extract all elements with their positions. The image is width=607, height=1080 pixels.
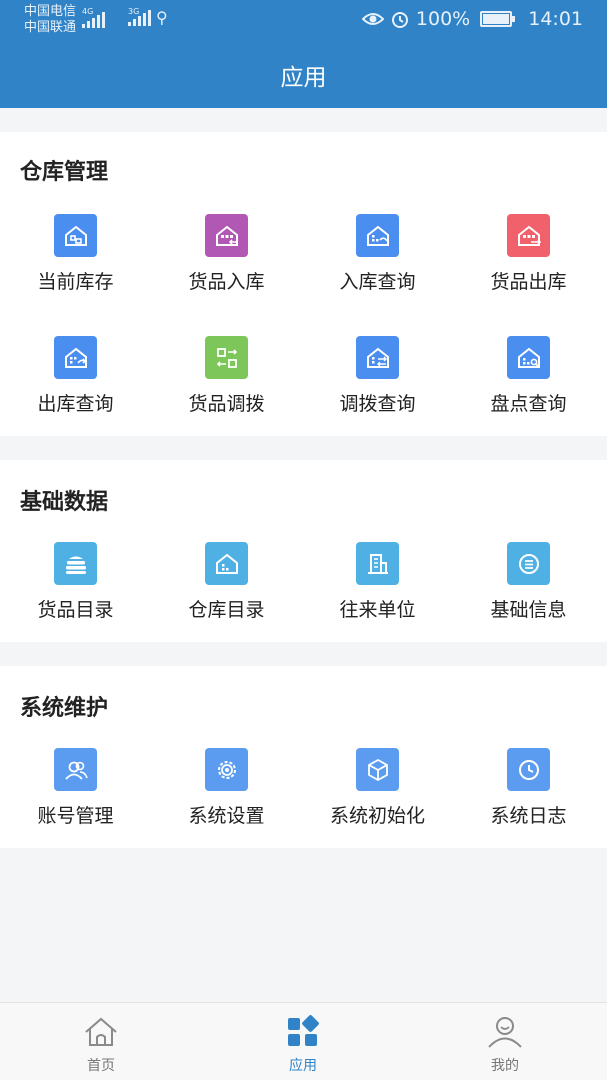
tile bbox=[54, 336, 97, 379]
app-label: 账号管理 bbox=[37, 805, 114, 827]
app-account-manage[interactable]: 账号管理 bbox=[0, 748, 151, 828]
settings-gear-icon bbox=[217, 760, 236, 779]
tile bbox=[205, 214, 248, 257]
section-warehouse-management: 仓库管理 当前库存 货品入库 入库查询 货品出库 出库查询 货品调拨 调拨查询 … bbox=[0, 132, 607, 436]
tile bbox=[356, 542, 399, 585]
app-label: 仓库目录 bbox=[188, 599, 265, 621]
app-inventory-check[interactable]: 盘点查询 bbox=[453, 336, 604, 416]
app-label: 往来单位 bbox=[339, 599, 416, 621]
tile bbox=[507, 336, 550, 379]
tile bbox=[54, 748, 97, 791]
page-title: 应用 bbox=[280, 65, 327, 91]
battery-percent: 100% bbox=[415, 8, 471, 30]
app-label: 调拨查询 bbox=[339, 393, 416, 415]
section-title: 系统维护 bbox=[20, 696, 109, 721]
tile bbox=[54, 542, 97, 585]
app-label: 出库查询 bbox=[37, 393, 114, 415]
app-partner-units[interactable]: 往来单位 bbox=[302, 542, 453, 622]
tile bbox=[356, 336, 399, 379]
alarm-icon bbox=[391, 12, 408, 28]
section-system-maintenance: 系统维护 账号管理 系统设置 系统初始化 系统日志 bbox=[0, 666, 607, 848]
app-label: 盘点查询 bbox=[490, 393, 567, 415]
section-title: 仓库管理 bbox=[20, 160, 109, 185]
nav-label: 首页 bbox=[87, 1058, 115, 1074]
system-log-clock-icon bbox=[518, 759, 539, 780]
app-goods-inbound[interactable]: 货品入库 bbox=[151, 214, 302, 294]
carrier-1: 中国电信 bbox=[24, 4, 77, 19]
goods-inbound-icon bbox=[215, 225, 238, 246]
goods-outbound-icon bbox=[517, 225, 541, 246]
inbound-query-icon bbox=[366, 225, 389, 246]
inventory-check-icon bbox=[517, 347, 540, 368]
battery-icon bbox=[480, 11, 516, 27]
app-basic-info[interactable]: 基础信息 bbox=[453, 542, 604, 622]
tile bbox=[507, 214, 550, 257]
signal-2-icon: 3G bbox=[128, 7, 151, 26]
home-icon bbox=[85, 1017, 117, 1046]
app-label: 系统初始化 bbox=[329, 805, 425, 827]
app-label: 基础信息 bbox=[490, 599, 567, 621]
app-current-stock[interactable]: 当前库存 bbox=[0, 214, 151, 294]
goods-transfer-icon bbox=[216, 347, 237, 368]
app-label: 系统日志 bbox=[490, 805, 567, 827]
app-label: 入库查询 bbox=[339, 271, 416, 293]
app-label: 货品目录 bbox=[37, 599, 114, 621]
warehouse-stock-icon bbox=[64, 225, 87, 246]
status-bar: 中国电信 中国联通 4G 3G ⚲ 100% 14:01 bbox=[0, 0, 607, 40]
transfer-query-icon bbox=[366, 347, 389, 368]
app-outbound-query[interactable]: 出库查询 bbox=[0, 336, 151, 416]
warehouse-catalog-icon bbox=[215, 553, 238, 574]
app-goods-transfer[interactable]: 货品调拨 bbox=[151, 336, 302, 416]
apps-grid-icon bbox=[288, 1015, 319, 1046]
profile-icon bbox=[488, 1017, 522, 1048]
nav-profile[interactable]: 我的 bbox=[404, 1003, 606, 1080]
status-right: 100% 14:01 bbox=[361, 8, 583, 30]
app-system-init[interactable]: 系统初始化 bbox=[302, 748, 453, 828]
section-basic-data: 基础数据 货品目录 仓库目录 往来单位 基础信息 bbox=[0, 460, 607, 642]
outbound-query-icon bbox=[64, 347, 87, 368]
tile bbox=[507, 748, 550, 791]
signal-1-icon: 4G bbox=[82, 7, 105, 28]
usb-icon: ⚲ bbox=[156, 8, 168, 27]
app-label: 货品出库 bbox=[490, 271, 567, 293]
app-goods-catalog[interactable]: 货品目录 bbox=[0, 542, 151, 622]
app-label: 当前库存 bbox=[37, 271, 114, 293]
app-system-settings[interactable]: 系统设置 bbox=[151, 748, 302, 828]
app-warehouse-catalog[interactable]: 仓库目录 bbox=[151, 542, 302, 622]
app-system-log[interactable]: 系统日志 bbox=[453, 748, 604, 828]
section-title: 基础数据 bbox=[20, 490, 109, 515]
app-label: 货品入库 bbox=[188, 271, 265, 293]
tile bbox=[507, 542, 550, 585]
app-label: 系统设置 bbox=[188, 805, 265, 827]
tile bbox=[205, 542, 248, 585]
tile bbox=[54, 214, 97, 257]
app-label: 货品调拨 bbox=[188, 393, 265, 415]
clock-time: 14:01 bbox=[528, 8, 583, 30]
app-goods-outbound[interactable]: 货品出库 bbox=[453, 214, 604, 294]
account-manage-icon bbox=[64, 761, 88, 780]
tile bbox=[356, 214, 399, 257]
tile bbox=[205, 336, 248, 379]
tile bbox=[356, 748, 399, 791]
app-header: 中国电信 中国联通 4G 3G ⚲ 100% 14:01 应用 bbox=[0, 0, 607, 108]
app-transfer-query[interactable]: 调拨查询 bbox=[302, 336, 453, 416]
partner-units-icon bbox=[367, 553, 388, 574]
system-init-cube-icon bbox=[367, 758, 388, 781]
carrier-2: 中国联通 bbox=[24, 20, 77, 35]
basic-info-icon bbox=[518, 553, 539, 574]
nav-home[interactable]: 首页 bbox=[0, 1003, 202, 1080]
goods-catalog-icon bbox=[65, 556, 86, 574]
app-inbound-query[interactable]: 入库查询 bbox=[302, 214, 453, 294]
bottom-nav: 首页 应用 我的 bbox=[0, 1002, 607, 1080]
nav-label: 应用 bbox=[289, 1058, 317, 1074]
carrier-names: 中国电信 中国联通 bbox=[24, 4, 76, 36]
nav-label: 我的 bbox=[491, 1058, 519, 1074]
nav-apps[interactable]: 应用 bbox=[202, 1003, 404, 1080]
tile bbox=[205, 748, 248, 791]
eye-icon bbox=[361, 13, 384, 25]
